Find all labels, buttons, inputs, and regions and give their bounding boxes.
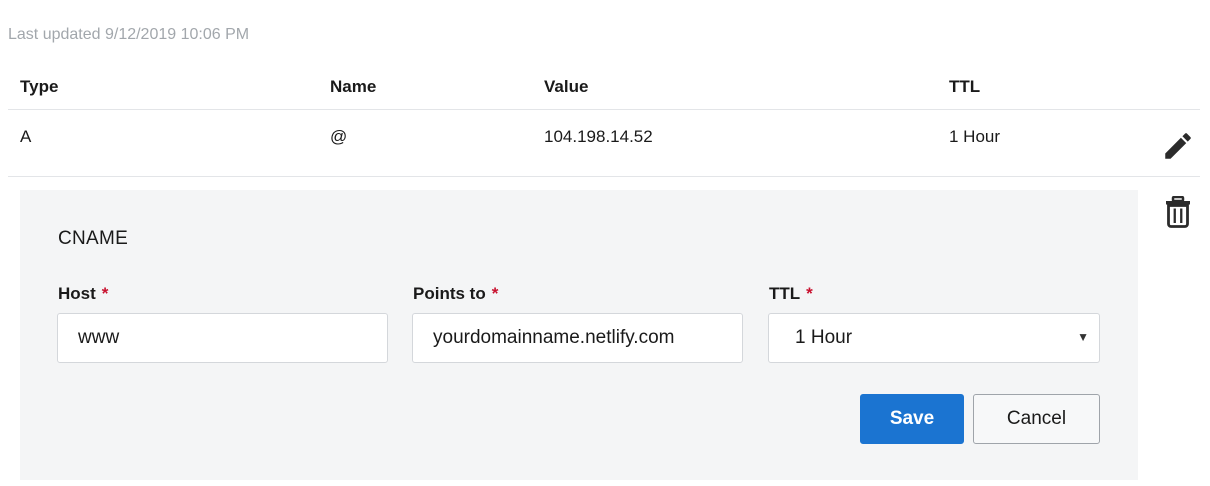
ttl-selected-value: 1 Hour (795, 327, 853, 348)
last-updated-text: Last updated 9/12/2019 10:06 PM (8, 26, 250, 43)
header-name: Name (330, 77, 377, 96)
required-marker: * (491, 284, 499, 303)
ttl-select[interactable]: 1 Hour ▼ (768, 313, 1100, 363)
record-value: 104.198.14.52 (544, 127, 653, 146)
dns-table-header: Type Name Value TTL (8, 66, 1200, 110)
record-ttl: 1 Hour (949, 127, 1001, 146)
header-value: Value (544, 77, 589, 96)
caret-down-icon: ▼ (1077, 330, 1089, 344)
ttl-label-text: TTL (769, 284, 801, 303)
dns-record-row: A @ 104.198.14.52 1 Hour (8, 111, 1200, 177)
add-record-panel: CNAME Host * Points to * TTL * 1 Hour ▼ Sav… (20, 190, 1138, 480)
points-to-label-text: Points to (413, 284, 486, 303)
host-input[interactable] (57, 313, 388, 363)
cancel-button[interactable]: Cancel (973, 394, 1100, 444)
trash-icon (1165, 195, 1191, 233)
header-ttl: TTL (949, 77, 981, 96)
pencil-icon (1161, 129, 1195, 168)
points-to-input[interactable] (412, 313, 743, 363)
host-label-text: Host (58, 284, 96, 303)
host-label: Host * (58, 284, 108, 304)
required-marker: * (806, 284, 813, 303)
ttl-label: TTL * (769, 284, 813, 304)
record-type-title: CNAME (58, 228, 129, 249)
record-type: A (20, 127, 32, 146)
record-name: @ (330, 127, 348, 146)
delete-record-button[interactable] (1160, 195, 1196, 233)
required-marker: * (101, 284, 109, 303)
edit-record-button[interactable] (1160, 130, 1196, 166)
save-button[interactable]: Save (860, 394, 964, 444)
points-to-label: Points to * (413, 284, 498, 304)
dns-records-page: Last updated 9/12/2019 10:06 PM Type Nam… (0, 0, 1210, 486)
header-type: Type (20, 77, 59, 96)
